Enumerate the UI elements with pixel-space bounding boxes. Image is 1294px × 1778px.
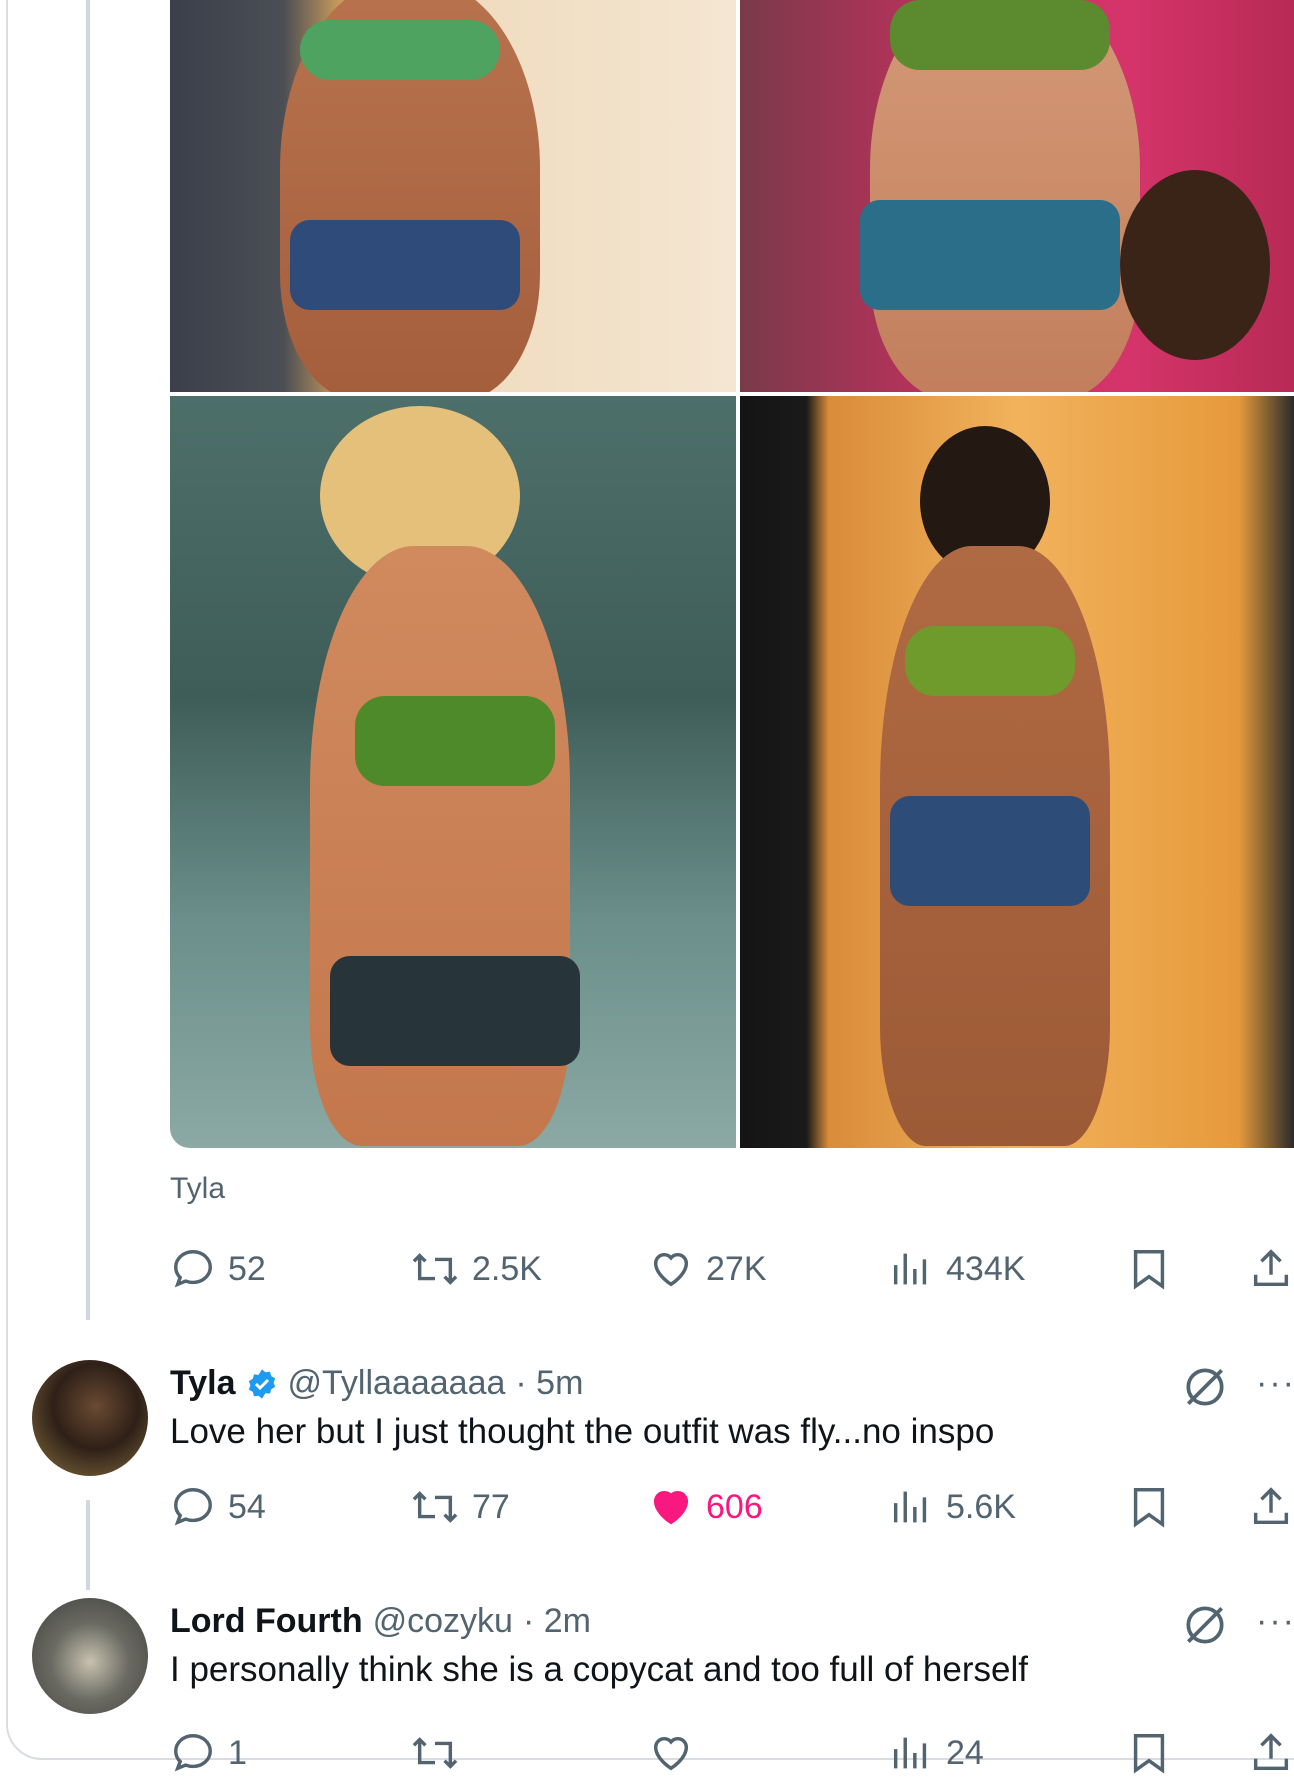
repost-icon	[412, 1253, 458, 1285]
timestamp[interactable]: · 2m	[523, 1602, 591, 1641]
share-icon	[1253, 1733, 1289, 1771]
bookmark-icon	[1133, 1488, 1165, 1528]
media-grid[interactable]	[170, 0, 1294, 1148]
reply-text: I personally think she is a copycat and …	[170, 1650, 1028, 1689]
photo-top-right[interactable]	[740, 0, 1294, 392]
reply-icon	[174, 1250, 212, 1288]
views-count: 24	[946, 1733, 984, 1772]
photo-top-left[interactable]	[170, 0, 736, 392]
like-count: 27K	[706, 1249, 767, 1288]
display-name[interactable]: Tyla	[170, 1364, 236, 1403]
views-button[interactable]: 5.6K	[888, 1482, 1016, 1532]
media-caption: Tyla	[170, 1172, 226, 1205]
like-icon	[653, 1252, 689, 1287]
like-icon	[653, 1490, 689, 1525]
bookmark-icon	[1133, 1734, 1165, 1774]
display-name[interactable]: Lord Fourth	[170, 1602, 363, 1641]
handle[interactable]: @Tyllaaaaaaa	[288, 1364, 506, 1403]
photo-bottom-left[interactable]	[170, 396, 736, 1148]
views-count: 434K	[946, 1249, 1026, 1288]
bookmark-icon	[1133, 1250, 1165, 1290]
verified-badge-icon	[248, 1368, 275, 1399]
avatar[interactable]	[32, 1360, 148, 1476]
bookmark-button[interactable]	[1126, 1482, 1172, 1532]
reply-text: Love her but I just thought the outfit w…	[170, 1412, 995, 1451]
reply-header: Lord Fourth @cozyku · 2m	[170, 1602, 591, 1641]
repost-icon	[412, 1491, 458, 1523]
views-count: 5.6K	[946, 1487, 1016, 1526]
reply-icon	[174, 1488, 212, 1526]
repost-button[interactable]: 2.5K	[410, 1244, 542, 1294]
reply-button[interactable]: 54	[170, 1482, 266, 1532]
reply-icon	[174, 1734, 212, 1772]
grok-icon[interactable]	[1180, 1362, 1230, 1412]
like-button[interactable]: 27K	[648, 1244, 767, 1294]
like-button[interactable]: 606	[648, 1482, 763, 1532]
repost-count: 77	[472, 1487, 510, 1526]
photo-bottom-right[interactable]	[740, 396, 1294, 1148]
post-action-bar: 52 2.5K 27K 434K	[170, 1244, 1294, 1294]
views-icon	[893, 1491, 927, 1523]
avatar[interactable]	[32, 1598, 148, 1714]
more-icon[interactable]: ···	[1256, 1602, 1294, 1641]
share-icon	[1253, 1249, 1289, 1287]
repost-count: 2.5K	[472, 1249, 542, 1288]
share-icon	[1253, 1487, 1289, 1525]
reply-button[interactable]: 52	[170, 1244, 266, 1294]
more-icon[interactable]: ···	[1256, 1364, 1294, 1403]
views-icon	[893, 1737, 927, 1769]
reply-count: 52	[228, 1249, 266, 1288]
repost-icon	[412, 1737, 458, 1769]
views-button[interactable]: 434K	[888, 1244, 1025, 1294]
reply-count: 54	[228, 1487, 266, 1526]
like-icon	[653, 1736, 689, 1771]
like-count: 606	[706, 1487, 763, 1526]
share-button[interactable]	[1248, 1244, 1294, 1294]
timestamp[interactable]: · 5m	[515, 1364, 583, 1403]
reply-item[interactable]: Tyla @Tyllaaaaaaa · 5m ··· Love her but …	[0, 1360, 1294, 1540]
reply-count: 1	[228, 1733, 247, 1772]
reply-item[interactable]: Lord Fourth @cozyku · 2m ··· I personall…	[0, 1598, 1294, 1778]
reply-header: Tyla @Tyllaaaaaaa · 5m	[170, 1364, 583, 1403]
repost-button[interactable]: 77	[410, 1482, 510, 1532]
bookmark-button[interactable]	[1126, 1244, 1172, 1294]
handle[interactable]: @cozyku	[373, 1602, 513, 1641]
share-button[interactable]	[1248, 1482, 1294, 1532]
reply-action-bar: 54 77 606 5.6K	[170, 1482, 1294, 1532]
grok-icon[interactable]	[1180, 1600, 1230, 1650]
views-icon	[893, 1253, 927, 1285]
thread-line	[86, 0, 90, 1320]
